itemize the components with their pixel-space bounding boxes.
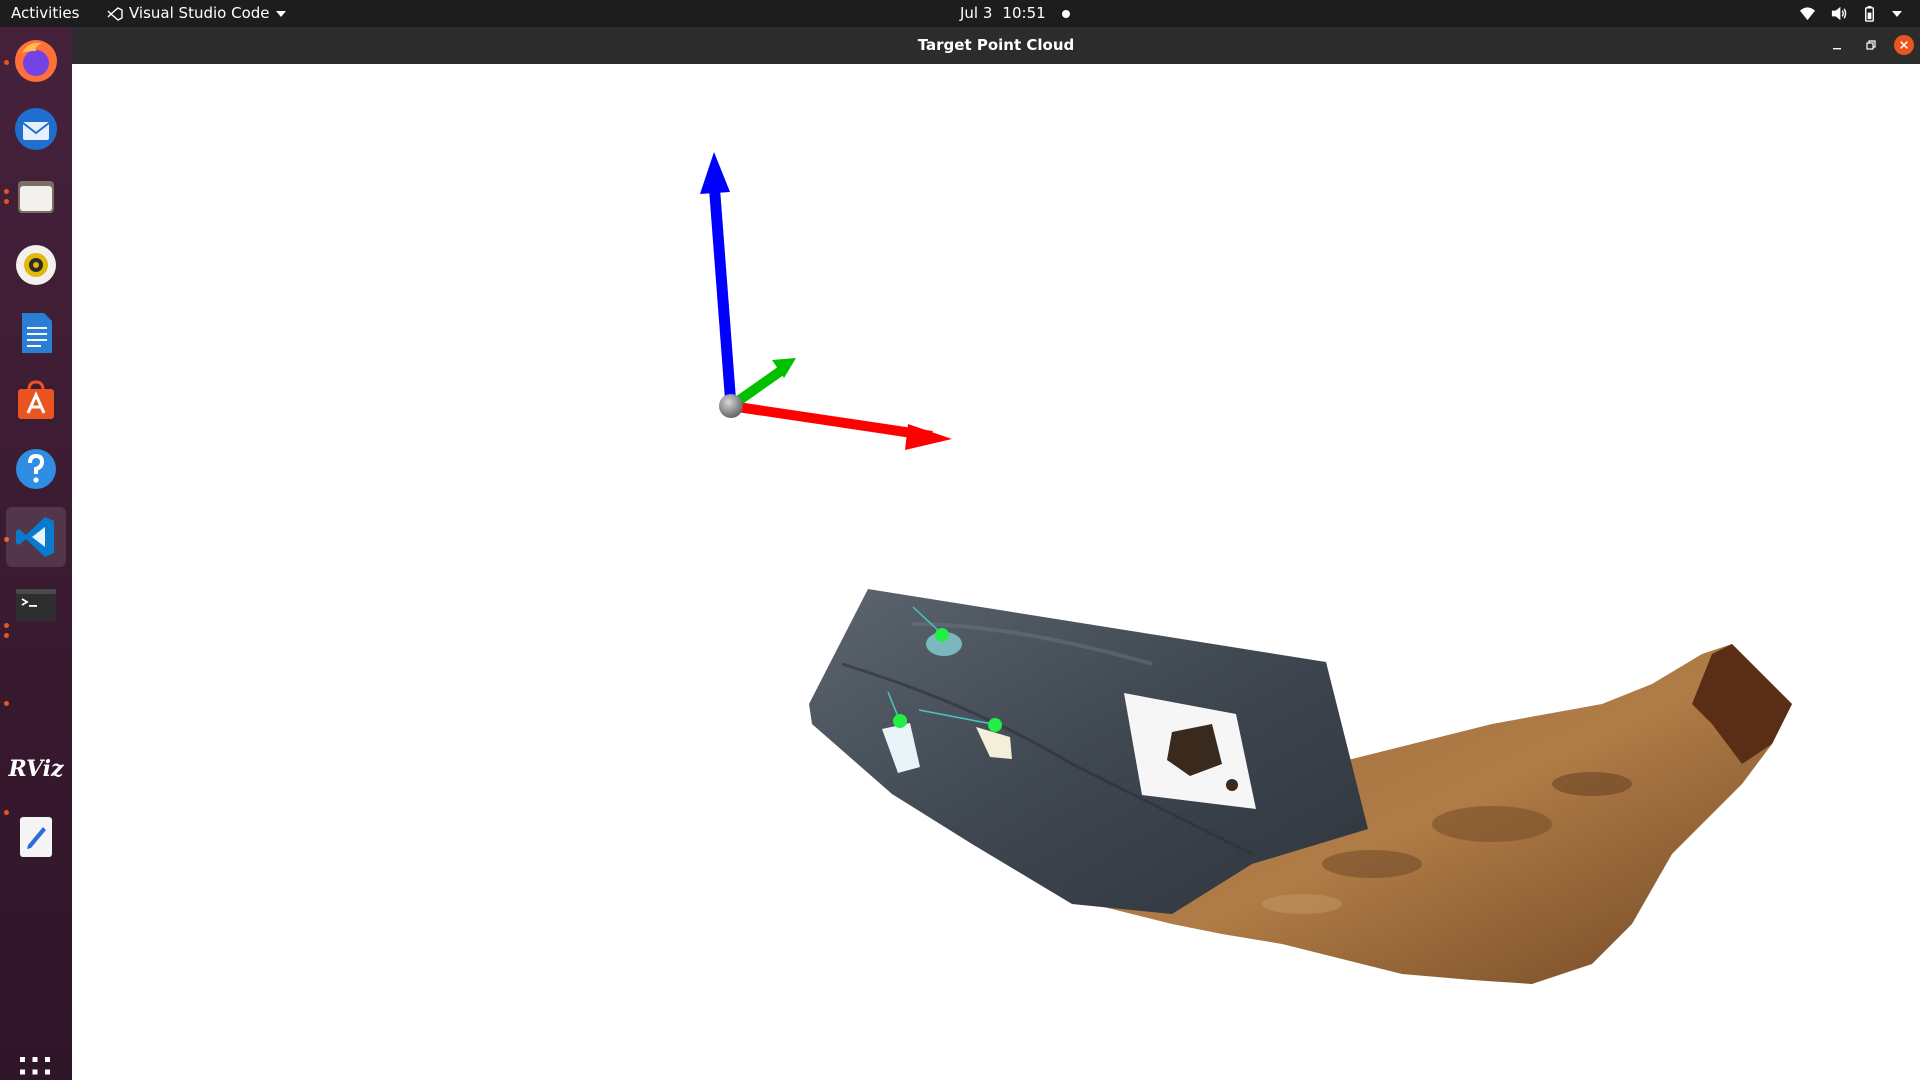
target-point: [988, 718, 1002, 732]
dock: RViz: [0, 27, 72, 1087]
vscode-icon: [16, 517, 54, 557]
x-axis-arrowhead: [905, 424, 952, 450]
z-axis-arrowhead: [700, 152, 730, 194]
top-bar: Activities Visual Studio Code Jul 3 10:5…: [0, 0, 1920, 27]
maximize-button[interactable]: [1861, 35, 1881, 55]
text-editor-icon: [20, 817, 52, 857]
activities-button[interactable]: Activities: [11, 0, 79, 27]
terminal-icon: [16, 589, 56, 621]
coordinate-axes: [700, 152, 952, 450]
rviz-logo: RViz: [8, 756, 64, 782]
notification-dot-icon: [1061, 9, 1070, 18]
vscode-small-icon: [107, 6, 123, 21]
help-icon: [16, 449, 56, 489]
battery-icon: [1865, 5, 1874, 22]
wifi-icon: [1799, 7, 1816, 21]
close-icon: [1900, 41, 1908, 49]
dock-thunderbird[interactable]: [6, 99, 66, 159]
clock-time: 10:51: [1002, 4, 1046, 22]
rhythmbox-icon: [16, 245, 56, 285]
dock-help[interactable]: [6, 439, 66, 499]
3d-viewport[interactable]: [72, 64, 1920, 1080]
target-point: [893, 714, 907, 728]
minimize-icon: [1833, 48, 1841, 50]
dock-rviz[interactable]: RViz: [6, 739, 66, 799]
writer-icon: [22, 313, 52, 353]
x-axis: [730, 401, 933, 441]
z-axis: [708, 181, 737, 407]
dock-files[interactable]: [6, 167, 66, 227]
app-menu[interactable]: Visual Studio Code: [107, 0, 286, 27]
window-titlebar[interactable]: Target Point Cloud: [72, 27, 1920, 64]
dock-visual-studio-code[interactable]: [6, 507, 66, 567]
app-menu-label: Visual Studio Code: [129, 4, 270, 22]
clock-date: Jul 3: [960, 4, 993, 22]
dock-libreoffice-writer[interactable]: [6, 303, 66, 363]
point-cloud-window: Target Point Cloud: [72, 27, 1920, 1080]
restore-icon: [1866, 40, 1876, 50]
close-button[interactable]: [1894, 35, 1914, 55]
dock-rhythmbox[interactable]: [6, 235, 66, 295]
firefox-icon: [15, 40, 57, 82]
chevron-down-icon: [275, 10, 286, 17]
window-title: Target Point Cloud: [917, 36, 1075, 54]
dock-terminal[interactable]: [6, 575, 66, 635]
thunderbird-icon: [15, 108, 57, 150]
dock-text-editor[interactable]: [6, 807, 66, 867]
clock[interactable]: Jul 3 10:51: [960, 0, 1070, 27]
system-menu-chevron-icon: [1892, 10, 1902, 17]
axes-origin: [719, 394, 743, 418]
minimize-button[interactable]: [1827, 35, 1847, 55]
files-icon: [18, 181, 54, 213]
software-store-icon: [18, 380, 54, 419]
volume-icon: [1831, 6, 1847, 21]
target-point: [935, 628, 949, 642]
running-indicator: [4, 701, 9, 706]
dock-firefox[interactable]: [6, 31, 66, 91]
dock-ubuntu-software[interactable]: [6, 371, 66, 431]
point-cloud-canvas: [700, 152, 1792, 984]
system-tray[interactable]: [1799, 0, 1902, 27]
show-applications-icon[interactable]: [18, 1055, 52, 1089]
